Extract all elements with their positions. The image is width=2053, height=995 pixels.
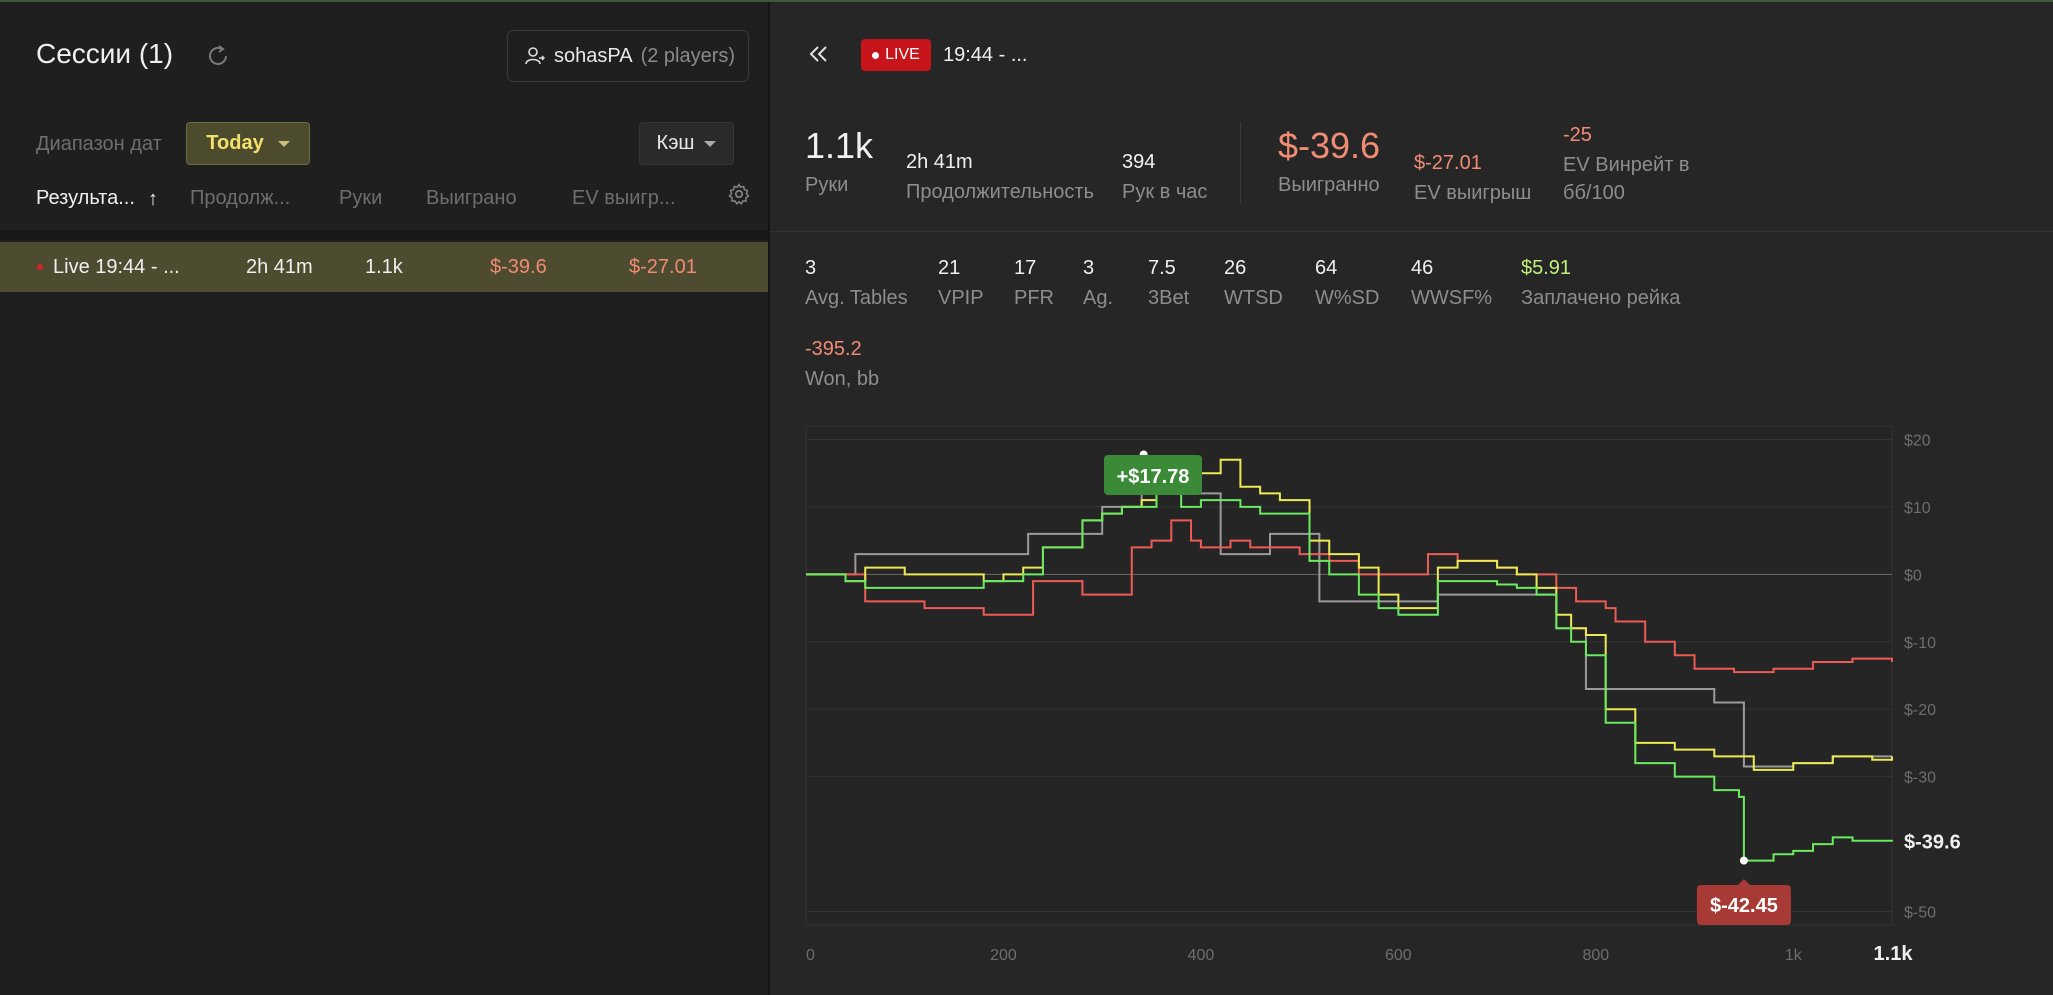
min-point-marker [1739, 856, 1748, 865]
y-tick-label: $20 [1904, 432, 1931, 449]
x-tick-label: 0 [806, 947, 815, 964]
end-value-label: $-39.6 [1904, 831, 1961, 853]
plot-area [805, 425, 1893, 926]
profit-chart[interactable]: $20 $10 $0 $-10 $-20 $-30 $-50 0 200 400 600 800 1k 1… [0, 0, 2053, 995]
x-tick-label: 1k [1785, 947, 1803, 964]
y-tick-label: $-20 [1904, 702, 1936, 719]
y-tick-label: $0 [1904, 567, 1922, 584]
y-tick-label: $-30 [1904, 770, 1936, 787]
x-tick-label: 200 [990, 947, 1017, 964]
max-value-label: +$17.78 [1117, 466, 1190, 488]
y-tick-label: $10 [1904, 500, 1931, 517]
x-tick-label: 800 [1582, 947, 1609, 964]
x-tick-label: 600 [1385, 947, 1412, 964]
x-end-label: 1.1k [1874, 943, 1914, 965]
x-tick-label: 400 [1188, 947, 1215, 964]
y-tick-label: $-50 [1904, 905, 1936, 922]
min-value-label: $-42.45 [1710, 895, 1778, 917]
y-tick-label: $-10 [1904, 635, 1936, 652]
